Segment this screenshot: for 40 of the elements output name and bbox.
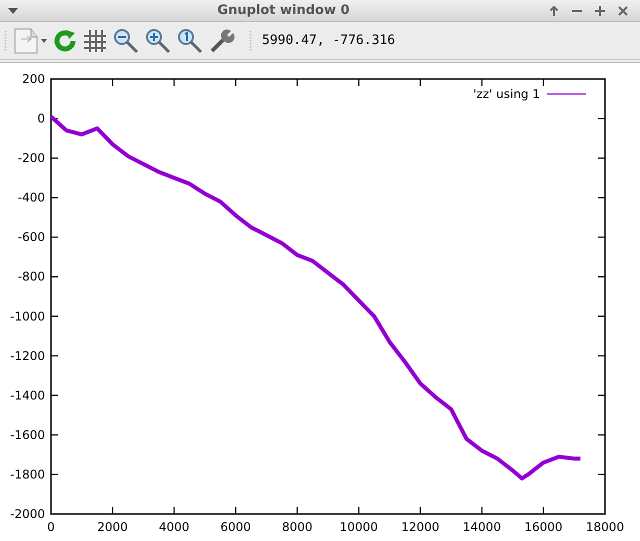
y-tick-label: 0 bbox=[37, 112, 45, 126]
close-icon[interactable] bbox=[618, 6, 628, 16]
window-title: Gnuplot window 0 bbox=[216, 2, 351, 20]
zoom-in-icon[interactable] bbox=[145, 28, 171, 54]
y-tick-label: -800 bbox=[18, 270, 45, 284]
grip-icon[interactable] bbox=[249, 30, 252, 52]
grip-icon[interactable] bbox=[4, 30, 7, 52]
refresh-icon[interactable] bbox=[53, 28, 77, 52]
legend-label: 'zz' using 1 bbox=[473, 87, 540, 101]
y-tick-label: -1800 bbox=[10, 467, 45, 482]
y-tick-label: -1400 bbox=[10, 388, 45, 402]
y-tick-label: -1600 bbox=[10, 428, 45, 442]
x-tick-label: 12000 bbox=[401, 520, 440, 534]
export-document-icon[interactable] bbox=[13, 28, 47, 54]
y-tick-label: -200 bbox=[18, 151, 45, 166]
x-tick-label: 18000 bbox=[586, 520, 624, 534]
grid-icon[interactable] bbox=[83, 28, 107, 52]
wrench-icon[interactable] bbox=[209, 28, 235, 54]
y-tick-label: 200 bbox=[22, 72, 45, 86]
window-menu-icon[interactable] bbox=[8, 8, 18, 14]
x-tick-label: 4000 bbox=[158, 520, 190, 534]
x-tick-label: 10000 bbox=[340, 520, 378, 534]
x-tick-label: 14000 bbox=[462, 520, 501, 534]
y-tick-label: -400 bbox=[18, 190, 45, 205]
y-tick-label: -1200 bbox=[10, 348, 45, 363]
x-tick-label: 2000 bbox=[97, 520, 128, 534]
x-tick-label: 8000 bbox=[282, 520, 312, 534]
legend-line bbox=[547, 93, 586, 95]
zoom-reset-icon[interactable] bbox=[177, 28, 203, 54]
y-tick-label: -1000 bbox=[10, 309, 45, 324]
up-arrow-icon[interactable] bbox=[549, 6, 559, 16]
y-tick-label: -2000 bbox=[10, 507, 45, 521]
y-tick-label: -600 bbox=[18, 230, 45, 244]
minimize-icon[interactable] bbox=[572, 10, 582, 12]
maximize-icon[interactable] bbox=[595, 6, 605, 16]
x-tick-label: 6000 bbox=[220, 520, 251, 534]
x-tick-label: 0 bbox=[47, 520, 55, 534]
x-tick-label: 16000 bbox=[524, 520, 563, 534]
zoom-out-icon[interactable] bbox=[113, 28, 139, 54]
mouse-coordinates: 5990.47, -776.316 bbox=[262, 32, 396, 50]
